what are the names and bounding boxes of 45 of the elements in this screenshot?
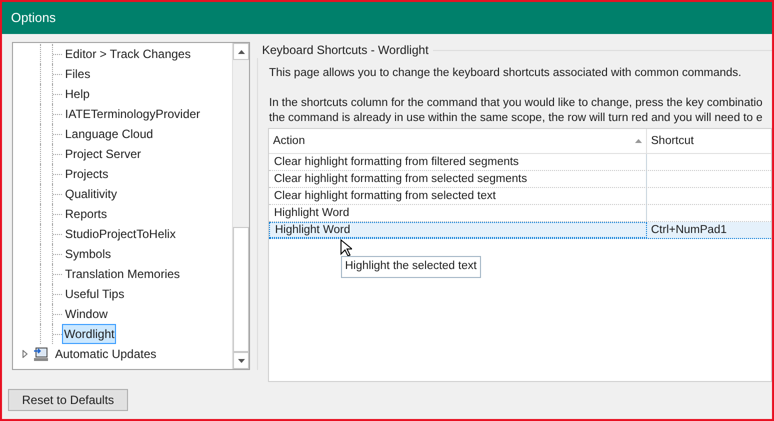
tree-item[interactable]: Automatic Updates [53,345,158,363]
tree-item[interactable]: IATETerminologyProvider [62,104,204,124]
down-arrow-icon [238,358,244,362]
instruction-text: In the shortcuts column for the command that you would like to change, press the key combinatio [269,96,764,112]
table-cell: Clear highlight formatting from filtered segments [269,154,647,170]
expand-arrow-icon[interactable] [21,350,29,358]
instruction-text: the command is already in use within the same scope, the row will turn red and you will need to e [269,111,764,126]
tree-item[interactable]: Qualitivity [62,184,120,204]
table-cell: Clear highlight formatting from selected segments [269,171,647,188]
up-arrow-icon [238,50,244,54]
scroll-down-button[interactable] [233,352,249,369]
table-row[interactable]: Clear highlight formatting from selected segments [269,171,771,188]
reset-button[interactable]: Reset to Defaults [8,389,128,411]
scroll-thumb[interactable] [233,227,249,352]
tree-item[interactable]: Wordlight [62,324,116,344]
scrollbar[interactable] [232,43,249,369]
tree-item[interactable]: StudioProjectToHelix [62,224,179,244]
table-cell: Clear highlight formatting from selected text [269,188,647,204]
tree-item[interactable]: Symbols [62,244,114,264]
tree-item[interactable]: Reports [62,204,110,224]
table-row[interactable]: Clear highlight formatting from filtered segments [269,154,771,172]
tree-item[interactable]: Help [62,84,93,104]
table-row[interactable]: Highlight Word Ctrl+NumPad1 [269,222,771,240]
tree-item[interactable]: Project Server [62,144,144,164]
table-row[interactable]: Clear highlight formatting from selected text [269,188,771,206]
tooltip: Highlight the selected text [341,256,481,278]
window-title: Options [11,9,56,28]
tree-item[interactable]: Translation Memories [62,264,183,284]
tree-item[interactable]: Files [62,64,94,84]
table-cell-text: Ctrl+NumPad1 [650,222,728,238]
mouse-cursor-icon [340,239,352,258]
table-cell: Highlight Word [269,205,647,222]
scroll-up-button[interactable] [233,43,249,60]
section-title: Keyboard Shortcuts - Wordlight [261,42,430,59]
column-header[interactable]: Action [269,129,647,154]
tree-item[interactable]: Language Cloud [62,124,156,144]
column-header[interactable]: Shortcut [647,129,771,154]
table-cell: Highlight Word [269,222,647,238]
computer-icon [33,346,49,362]
tree-item[interactable]: Useful Tips [62,284,128,304]
tree-item[interactable]: Editor > Track Changes [62,44,194,64]
sort-arrow-icon [635,139,642,144]
intro-text: This page allows you to change the keyboard shortcuts associated with common commands. [269,66,742,81]
tree-item[interactable]: Projects [62,164,112,184]
tree-item[interactable]: Window [62,304,111,324]
